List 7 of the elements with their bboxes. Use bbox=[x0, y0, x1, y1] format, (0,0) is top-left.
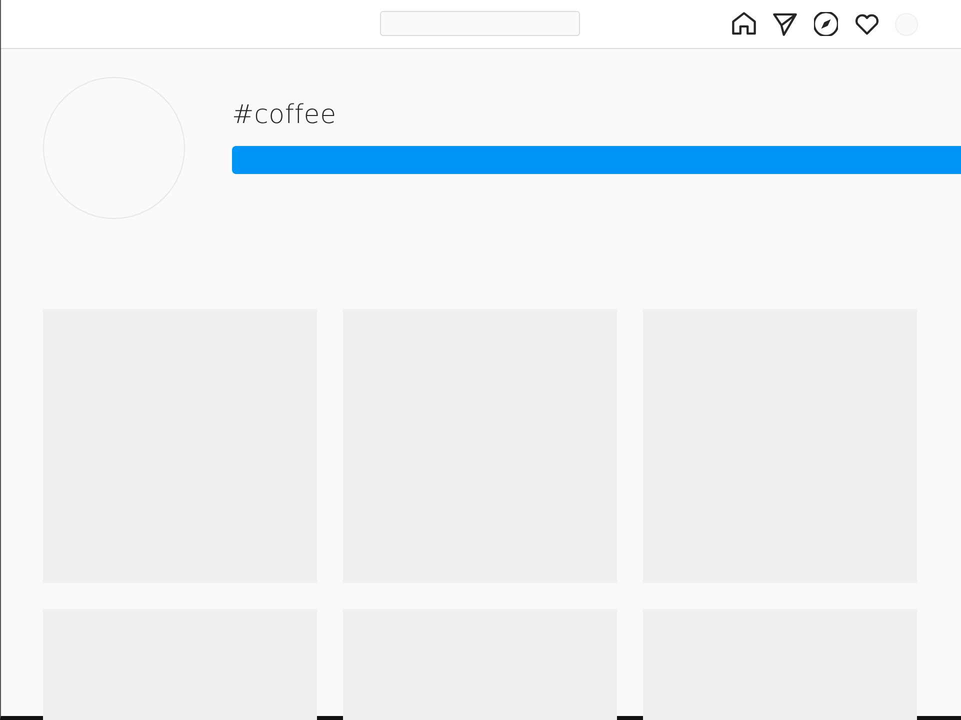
search-field[interactable] bbox=[380, 11, 580, 36]
heart-icon[interactable] bbox=[855, 12, 879, 36]
compass-icon[interactable] bbox=[814, 12, 838, 36]
home-icon[interactable] bbox=[732, 12, 756, 36]
hashtag-title: #coffee bbox=[232, 99, 338, 131]
send-icon[interactable] bbox=[773, 12, 797, 36]
action-button[interactable] bbox=[232, 146, 961, 174]
